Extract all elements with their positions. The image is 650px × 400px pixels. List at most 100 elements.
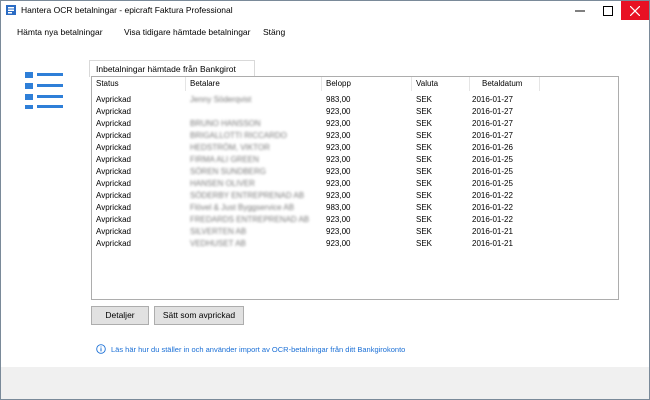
cell-payer: SÖREN SUNDBERG (190, 167, 267, 176)
table-row[interactable]: Avprickad FREDARDS ENTREPRENAD AB 923,00 SE… (92, 214, 540, 226)
table-row[interactable]: Avprickad BRUNO HANSSON 923,00 SEK 2016-01-2… (92, 118, 540, 130)
app-window: Hantera OCR betalningar - epicraft Faktu… (0, 0, 650, 400)
cell-date: 2016-01-27 (472, 107, 513, 116)
cell-date: 2016-01-21 (472, 239, 513, 248)
table-row[interactable]: Avprickad 923,00 SEK 2016-01-27 (92, 106, 540, 118)
table-row[interactable]: Avprickad FIRMA ALI GREEN 923,00 SEK 2016-01… (92, 154, 540, 166)
cell-date: 2016-01-27 (472, 95, 513, 104)
cell-currency: SEK (416, 95, 433, 104)
main-content: Inbetalningar hämtade från Bankgirot Sta… (1, 45, 649, 367)
cell-currency: SEK (416, 119, 433, 128)
cell-currency: SEK (416, 131, 433, 140)
info-icon (96, 344, 106, 354)
cell-currency: SEK (416, 167, 433, 176)
cell-amount: 923,00 (326, 227, 351, 236)
cell-amount: 923,00 (326, 167, 351, 176)
menu-close[interactable]: Stäng (263, 27, 285, 37)
cell-date: 2016-01-22 (472, 215, 513, 224)
cell-payer: FREDARDS ENTREPRENAD AB (190, 215, 310, 224)
cell-status: Avprickad (96, 155, 131, 164)
cell-date: 2016-01-26 (472, 143, 513, 152)
status-bar (1, 367, 649, 399)
column-header-currency[interactable]: Valuta (412, 77, 470, 91)
menu-bar: Hämta nya betalningar Visa tidigare hämt… (1, 20, 649, 45)
cell-payer: Jenny Söderqvist (190, 95, 252, 104)
cell-date: 2016-01-22 (472, 191, 513, 200)
cell-payer: VEDHUSET AB (190, 239, 246, 248)
cell-date: 2016-01-25 (472, 179, 513, 188)
minimize-button[interactable] (566, 1, 594, 20)
cell-currency: SEK (416, 143, 433, 152)
table-row[interactable]: Avprickad HEDSTRÖM, VIKTOR 923,00 SEK 2016-0… (92, 142, 540, 154)
title-bar: Hantera OCR betalningar - epicraft Faktu… (1, 1, 649, 20)
column-header-status[interactable]: Status (92, 77, 186, 91)
window-title: Hantera OCR betalningar - epicraft Faktu… (21, 5, 233, 15)
cell-amount: 923,00 (326, 179, 351, 188)
payments-table[interactable]: Status Betalare Belopp Valuta Betaldatum… (91, 76, 619, 300)
cell-amount: 923,00 (326, 107, 351, 116)
column-header-amount[interactable]: Belopp (322, 77, 412, 91)
table-row[interactable]: Avprickad VEDHUSET AB 923,00 SEK 2016-01-21 (92, 238, 540, 250)
cell-status: Avprickad (96, 131, 131, 140)
cell-date: 2016-01-25 (472, 155, 513, 164)
close-icon (630, 5, 640, 16)
cell-amount: 923,00 (326, 143, 351, 152)
menu-show-previous-payments[interactable]: Visa tidigare hämtade betalningar (124, 27, 250, 37)
close-button[interactable] (621, 1, 649, 20)
table-row[interactable]: Avprickad SÖDERBY ENTREPRENAD AB 923,00 SEK… (92, 190, 540, 202)
cell-amount: 923,00 (326, 191, 351, 200)
details-button[interactable]: Detaljer (91, 306, 149, 325)
cell-amount: 923,00 (326, 239, 351, 248)
cell-currency: SEK (416, 179, 433, 188)
maximize-button[interactable] (594, 1, 622, 20)
tab-bankgiro-payments[interactable]: Inbetalningar hämtade från Bankgirot (89, 60, 255, 77)
cell-currency: SEK (416, 155, 433, 164)
menu-fetch-new-payments[interactable]: Hämta nya betalningar (17, 27, 103, 37)
cell-payer: FIRMA ALI GREEN (190, 155, 259, 164)
cell-date: 2016-01-22 (472, 203, 513, 212)
cell-currency: SEK (416, 215, 433, 224)
cell-status: Avprickad (96, 107, 131, 116)
cell-amount: 923,00 (326, 119, 351, 128)
cell-date: 2016-01-27 (472, 131, 513, 140)
cell-currency: SEK (416, 203, 433, 212)
cell-payer: Flövel & Just Byggservice AB (190, 203, 295, 212)
mark-checked-button[interactable]: Sätt som avprickad (154, 306, 244, 325)
table-row[interactable]: Avprickad HANSEN OLIVER 923,00 SEK 2016-01-2… (92, 178, 540, 190)
table-row[interactable]: Avprickad SILVERTEN AB 923,00 SEK 2016-01-21 (92, 226, 540, 238)
cell-amount: 923,00 (326, 215, 351, 224)
cell-payer: BRUNO HANSSON (190, 119, 261, 128)
cell-payer: SILVERTEN AB (190, 227, 247, 236)
cell-status: Avprickad (96, 203, 131, 212)
cell-currency: SEK (416, 239, 433, 248)
cell-status: Avprickad (96, 167, 131, 176)
column-header-payer[interactable]: Betalare (186, 77, 322, 91)
cell-amount: 923,00 (326, 155, 351, 164)
cell-status: Avprickad (96, 179, 131, 188)
cell-payer: HEDSTRÖM, VIKTOR (190, 143, 270, 152)
app-icon (6, 5, 16, 15)
minimize-icon (575, 10, 585, 11)
list-icon (25, 72, 63, 109)
cell-amount: 923,00 (326, 131, 351, 140)
cell-amount: 983,00 (326, 203, 351, 212)
cell-currency: SEK (416, 191, 433, 200)
cell-status: Avprickad (96, 215, 131, 224)
cell-date: 2016-01-21 (472, 227, 513, 236)
column-header-date[interactable]: Betaldatum (470, 77, 540, 91)
cell-date: 2016-01-27 (472, 119, 513, 128)
cell-status: Avprickad (96, 191, 131, 200)
cell-date: 2016-01-25 (472, 167, 513, 176)
cell-status: Avprickad (96, 227, 131, 236)
cell-status: Avprickad (96, 95, 131, 104)
cell-amount: 983,00 (326, 95, 351, 104)
help-link[interactable]: Läs här hur du ställer in och använder i… (111, 345, 405, 354)
cell-status: Avprickad (96, 239, 131, 248)
maximize-icon (603, 5, 613, 16)
table-row[interactable]: Avprickad Jenny Söderqvist 983,00 SEK 2016-0… (92, 94, 540, 106)
table-row[interactable]: Avprickad BRIGALLOTTI RICCARDO 923,00 SEK 20… (92, 130, 540, 142)
cell-status: Avprickad (96, 119, 131, 128)
table-row[interactable]: Avprickad SÖREN SUNDBERG 923,00 SEK 2016-01-… (92, 166, 540, 178)
cell-payer: SÖDERBY ENTREPRENAD AB (190, 191, 305, 200)
table-row[interactable]: Avprickad Flövel & Just Byggservice AB 983… (92, 202, 540, 214)
